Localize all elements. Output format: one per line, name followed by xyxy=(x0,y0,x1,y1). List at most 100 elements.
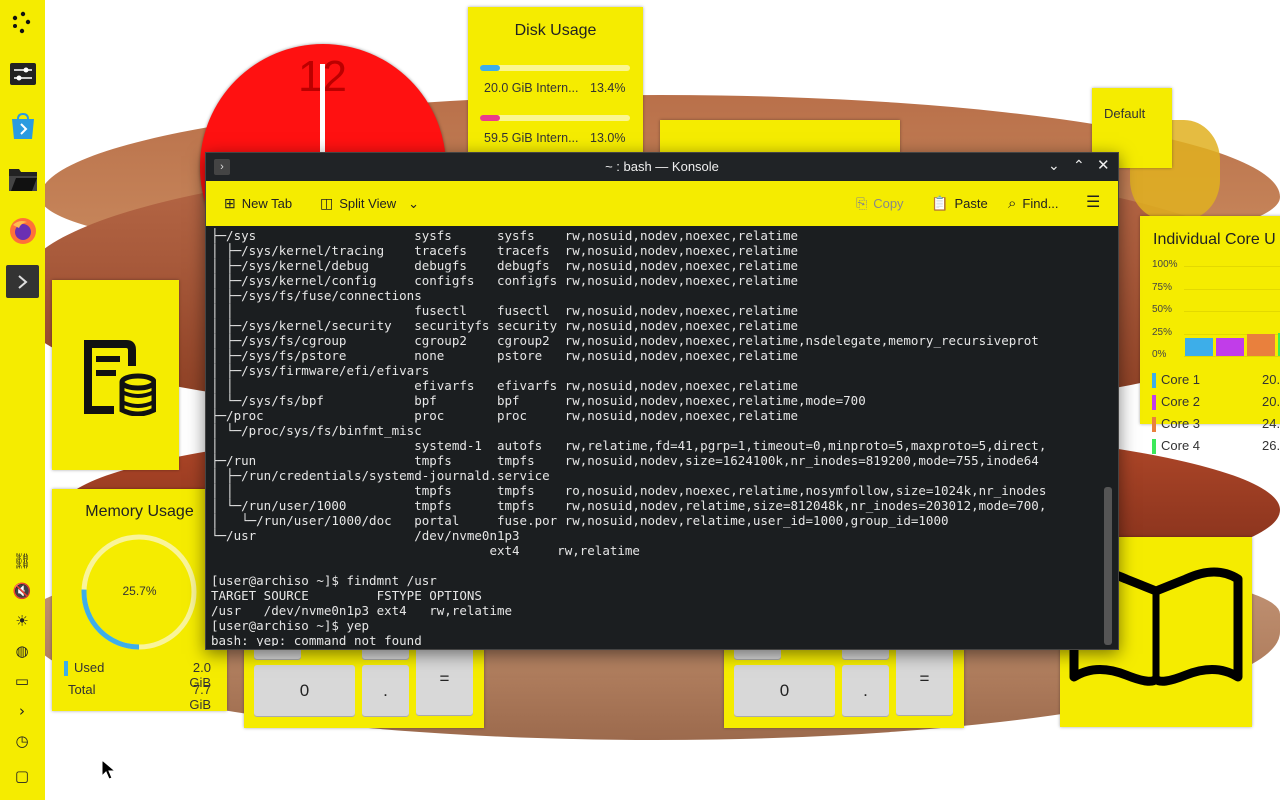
terminal-line: │ └─/run/user/1000/doc portal fuse.por r… xyxy=(211,513,949,528)
core-axis-label: 0% xyxy=(1152,349,1167,360)
display-icon[interactable]: ▭ xyxy=(10,669,34,693)
core-legend-value: 20. xyxy=(1262,372,1280,387)
core-usage-bar xyxy=(1216,337,1244,356)
terminal-line: │ ├─/sys/fs/fuse/connections xyxy=(211,288,422,303)
new-tab-label: New Tab xyxy=(241,196,293,211)
konsole-window[interactable]: › ~ : bash — Konsole ⌄ ⌃ ✕ ⊞ New Tab ◫ S… xyxy=(205,152,1119,650)
terminal-line: │ │ tmpfs tmpfs ro,nosuid,nodev,noexec,r… xyxy=(211,483,1047,498)
show-desktop-icon[interactable]: ▢ xyxy=(10,764,34,788)
system-settings-icon[interactable] xyxy=(6,57,39,90)
terminal-line: └─/usr /dev/nvme0n1p3 xyxy=(211,528,520,543)
network-icon[interactable]: ⛓ xyxy=(10,549,34,573)
clock-alarm-icon[interactable]: ◷ xyxy=(10,729,34,753)
memory-row-value: 7.7 GiB xyxy=(189,682,211,712)
terminal-line: bash: yep: command not found xyxy=(211,633,422,646)
calculator-widget-right[interactable]: = 0 . xyxy=(724,640,964,728)
new-tab-button[interactable]: ⊞ New Tab xyxy=(224,195,292,212)
file-manager-icon[interactable] xyxy=(6,162,39,195)
core-usage-widget[interactable]: Individual Core U 100% 75% 50% 25% 0% Core 1 2… xyxy=(1140,216,1280,454)
terminal-line: ext4 rw,relatime xyxy=(211,543,640,558)
core-axis-label: 75% xyxy=(1152,281,1173,293)
chevron-down-icon[interactable]: ⌄ xyxy=(408,196,419,212)
find-button[interactable]: ⌕ Find... xyxy=(1008,195,1059,212)
core-legend-label: Core 2 xyxy=(1161,394,1201,409)
memory-legend-swatch xyxy=(64,661,68,676)
hamburger-menu-icon[interactable]: ☰ xyxy=(1086,192,1100,212)
calc-equals-button[interactable]: = xyxy=(416,642,473,716)
new-tab-icon: ⊞ xyxy=(224,195,236,211)
konsole-icon[interactable] xyxy=(6,265,39,298)
core-grid-line xyxy=(1184,311,1280,312)
terminal-line: │ └─/sys/fs/bpf bpf bpf rw,nosuid,nodev,… xyxy=(211,393,866,408)
storage-device-icon xyxy=(84,340,156,416)
core-legend-label: Core 4 xyxy=(1161,438,1201,453)
calc-zero-button[interactable]: 0 xyxy=(734,665,835,717)
core-usage-title: Individual Core U xyxy=(1153,231,1276,248)
paste-button[interactable]: 📋 Paste xyxy=(931,195,988,212)
split-view-icon: ◫ xyxy=(320,195,334,211)
storage-widget[interactable] xyxy=(52,280,179,470)
core-legend-swatch xyxy=(1152,395,1156,410)
disk-usage-bar xyxy=(480,115,630,121)
terminal-line: │ ├─/run/credentials/systemd-journald.se… xyxy=(211,468,550,483)
memory-row-label: Total xyxy=(68,682,96,697)
memory-usage-widget[interactable]: Memory Usage 25.7% Used 2.0 GiB Total 7.7 G… xyxy=(52,489,227,712)
discover-store-icon[interactable] xyxy=(6,110,39,143)
disk-usage-bar-fill xyxy=(480,115,500,121)
find-label: Find... xyxy=(1022,196,1059,211)
core-axis-label: 100% xyxy=(1152,259,1178,270)
terminal-line: │ └─/run/user/1000 tmpfs tmpfs rw,nosuid… xyxy=(211,498,1047,513)
firefox-icon[interactable] xyxy=(6,214,39,247)
maximize-icon[interactable]: ⌃ xyxy=(1073,157,1085,174)
terminal-line: │ └─/proc/sys/fs/binfmt_misc xyxy=(211,423,422,438)
core-grid-line xyxy=(1184,356,1280,357)
calc-dot-button[interactable]: . xyxy=(842,665,889,717)
terminal-line: │ ├─/sys/kernel/tracing tracefs tracefs … xyxy=(211,243,798,258)
minimize-icon[interactable]: ⌄ xyxy=(1048,157,1060,174)
core-grid-line xyxy=(1184,266,1280,267)
disk-usage-widget[interactable]: Disk Usage 20.0 GiB Intern... 13.4% 59.5 G… xyxy=(468,7,643,157)
terminal-output[interactable]: ├─/sys sysfs sysfs rw,nosuid,nodev,noexe… xyxy=(211,228,1099,646)
default-label: Default xyxy=(1104,106,1146,121)
terminal-line: ├─/proc proc proc rw,nosuid,nodev,noexec… xyxy=(211,408,798,423)
calculator-widget-left[interactable]: = 0 . xyxy=(244,640,484,728)
core-legend-label: Core 3 xyxy=(1161,416,1201,431)
copy-icon: ⎘ xyxy=(856,195,868,211)
search-icon: ⌕ xyxy=(1008,195,1017,212)
scrollbar[interactable] xyxy=(1104,231,1112,645)
disk-usage-bar-fill xyxy=(480,65,501,71)
close-icon[interactable]: ✕ xyxy=(1097,156,1110,174)
activities-icon[interactable] xyxy=(6,6,39,39)
core-grid-line xyxy=(1184,288,1280,290)
calc-zero-button[interactable]: 0 xyxy=(254,665,355,717)
brightness-icon[interactable]: ☀ xyxy=(10,609,34,633)
disk-usage-bar xyxy=(480,65,630,71)
expand-arrow-icon[interactable]: › xyxy=(10,699,34,723)
terminal-line: [user@archiso ~]$ findmnt /usr xyxy=(211,573,437,588)
terminal-line: TARGET SOURCE FSTYPE OPTIONS xyxy=(211,588,482,603)
scrollbar-thumb[interactable] xyxy=(1104,487,1112,645)
calc-equals-button[interactable]: = xyxy=(896,642,953,716)
window-titlebar[interactable]: › ~ : bash — Konsole ⌄ ⌃ ✕ xyxy=(206,153,1118,181)
calc-dot-button[interactable]: . xyxy=(362,665,409,717)
mouse-cursor-icon xyxy=(101,759,117,780)
core-legend-value: 26. xyxy=(1262,438,1280,453)
terminal-line: │ ├─/sys/kernel/security securityfs secu… xyxy=(211,318,798,333)
memory-row-label: Used xyxy=(74,660,105,675)
terminal-line: │ ├─/sys/fs/pstore none pstore rw,nosuid… xyxy=(211,348,798,363)
split-view-button[interactable]: ◫ Split View ⌄ xyxy=(320,195,419,212)
terminal-line: │ ├─/sys/fs/cgroup cgroup2 cgroup2 rw,no… xyxy=(211,333,1039,348)
terminal-line: │ ├─/sys/firmware/efi/efivars xyxy=(211,363,430,378)
copy-button[interactable]: ⎘ Copy xyxy=(856,195,904,212)
terminal-line: [user@archiso ~]$ yep xyxy=(211,618,370,633)
konsole-toolbar: ⊞ New Tab ◫ Split View ⌄ ⎘ Copy 📋 Paste … xyxy=(206,181,1118,226)
window-title: ~ : bash — Konsole xyxy=(605,159,719,174)
memory-percent: 25.7% xyxy=(122,584,157,598)
volume-icon[interactable]: 🔇 xyxy=(10,579,34,603)
globe-icon[interactable]: ◍ xyxy=(10,639,34,663)
disk-usage-percent: 13.0% xyxy=(590,131,626,145)
core-legend-value: 20. xyxy=(1262,394,1280,409)
terminal-line: ├─/sys sysfs sysfs rw,nosuid,nodev,noexe… xyxy=(211,228,798,243)
core-legend-label: Core 1 xyxy=(1161,372,1201,387)
